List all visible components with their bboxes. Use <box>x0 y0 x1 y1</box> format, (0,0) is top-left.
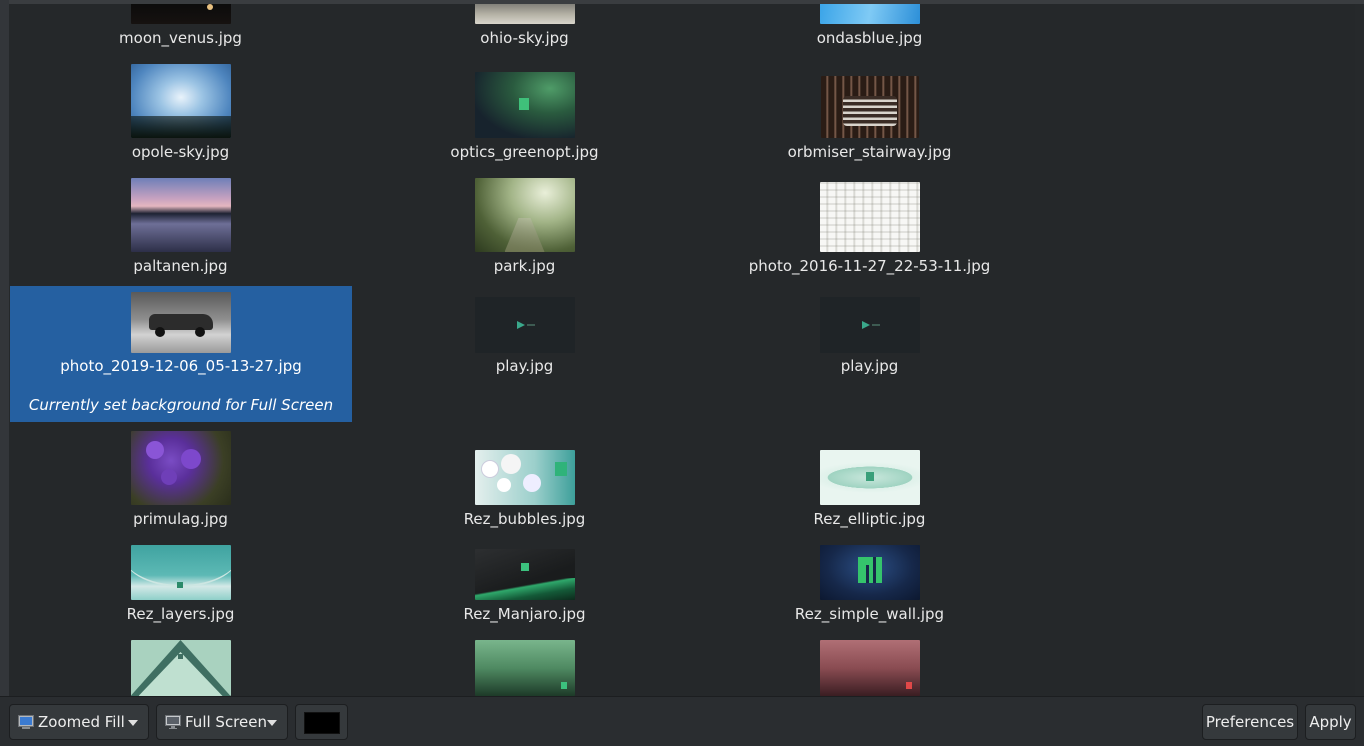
wallpaper-filename: park.jpg <box>493 257 556 275</box>
zoom-mode-label: Zoomed Fill <box>38 713 125 731</box>
wallpaper-thumbnail <box>131 292 231 353</box>
wallpaper-filename: play.jpg <box>495 357 554 375</box>
wallpaper-item[interactable] <box>352 634 697 696</box>
wallpaper-filename: Rez_layers.jpg <box>126 605 235 623</box>
wallpaper-filename: paltanen.jpg <box>133 257 228 275</box>
wallpaper-thumbnail <box>819 4 920 24</box>
wallpaper-filename: ondasblue.jpg <box>816 29 923 47</box>
wallpaper-thumbnail <box>130 545 231 600</box>
wallpaper-thumbnail <box>474 178 575 252</box>
wallpaper-filename: Rez_Manjaro.jpg <box>463 605 586 623</box>
wallpaper-filename: moon_venus.jpg <box>119 29 242 47</box>
wallpaper-item[interactable]: Rez_simple_wall.jpg <box>697 543 1042 633</box>
wallpaper-thumbnail <box>474 72 575 138</box>
chevron-down-icon <box>267 720 277 726</box>
wallpaper-thumbnail <box>474 4 575 24</box>
wallpaper-item[interactable]: opole-sky.jpg <box>9 62 352 166</box>
wallpaper-filename: Rez_bubbles.jpg <box>463 510 586 528</box>
wallpaper-filename: opole-sky.jpg <box>131 143 230 161</box>
monitor-combo[interactable]: Full Screen <box>156 704 288 740</box>
wallpaper-thumbnail <box>819 450 920 505</box>
wallpaper-thumbnail <box>474 297 575 353</box>
preferences-button[interactable]: Preferences <box>1202 704 1298 740</box>
wallpaper-item[interactable]: photo_2016-11-27_22-53-11.jpg <box>697 176 1042 280</box>
wallpaper-item[interactable]: optics_greenopt.jpg <box>352 62 697 166</box>
wallpaper-thumbnail <box>819 545 920 600</box>
wallpaper-item[interactable]: Rez_layers.jpg <box>9 543 352 633</box>
image-icon <box>18 715 34 729</box>
monitor-label: Full Screen <box>185 713 267 731</box>
wallpaper-thumbnail <box>130 431 231 505</box>
wallpaper-item[interactable]: paltanen.jpg <box>9 176 352 280</box>
wallpaper-thumbnail <box>130 4 231 24</box>
wallpaper-item[interactable]: Rez_elliptic.jpg <box>697 429 1042 533</box>
wallpaper-thumbnail <box>474 549 575 600</box>
wallpaper-item[interactable]: Rez_Manjaro.jpg <box>352 543 697 633</box>
wallpaper-item[interactable]: primulag.jpg <box>9 429 352 533</box>
wallpaper-grid[interactable]: moon_venus.jpg ohio-sky.jpg ondasblue.jp… <box>9 4 1355 696</box>
wallpaper-thumbnail <box>820 76 919 138</box>
background-color-button[interactable] <box>295 704 348 740</box>
color-swatch <box>304 712 340 734</box>
wallpaper-selector-window: moon_venus.jpg ohio-sky.jpg ondasblue.jp… <box>0 0 1364 746</box>
window-left-edge <box>0 0 9 696</box>
monitor-icon <box>165 715 181 729</box>
wallpaper-filename: play.jpg <box>840 357 899 375</box>
wallpaper-thumbnail <box>819 182 920 252</box>
wallpaper-item[interactable]: park.jpg <box>352 176 697 280</box>
wallpaper-item[interactable]: ondasblue.jpg <box>697 4 1042 48</box>
wallpaper-filename: primulag.jpg <box>133 510 228 528</box>
wallpaper-item[interactable]: ohio-sky.jpg <box>352 4 697 48</box>
wallpaper-thumbnail <box>130 178 231 252</box>
wallpaper-item-selected[interactable]: photo_2019-12-06_05-13-27.jpg Currently … <box>10 286 352 422</box>
bottom-toolbar: Zoomed Fill Full Screen Preferences Appl… <box>0 696 1364 746</box>
wallpaper-item[interactable]: moon_venus.jpg <box>9 4 352 48</box>
apply-button[interactable]: Apply <box>1305 704 1356 740</box>
wallpaper-thumbnail <box>474 450 575 505</box>
wallpaper-item[interactable] <box>697 634 1042 696</box>
wallpaper-item[interactable] <box>9 634 352 696</box>
wallpaper-item[interactable]: Rez_bubbles.jpg <box>352 429 697 533</box>
chevron-down-icon <box>128 720 138 726</box>
preferences-label: Preferences <box>1205 713 1295 731</box>
wallpaper-thumbnail <box>130 640 231 696</box>
wallpaper-filename: Rez_simple_wall.jpg <box>794 605 945 623</box>
apply-label: Apply <box>1309 713 1352 731</box>
wallpaper-item[interactable]: orbmiser_stairway.jpg <box>697 62 1042 166</box>
zoom-mode-combo[interactable]: Zoomed Fill <box>9 704 149 740</box>
wallpaper-thumbnail <box>130 64 231 138</box>
current-background-caption: Currently set background for Full Screen <box>28 396 334 414</box>
wallpaper-thumbnail <box>474 640 575 696</box>
wallpaper-filename: ohio-sky.jpg <box>480 29 569 47</box>
wallpaper-item[interactable]: play.jpg <box>352 286 697 390</box>
wallpaper-filename: orbmiser_stairway.jpg <box>787 143 952 161</box>
wallpaper-item[interactable]: play.jpg <box>697 286 1042 390</box>
wallpaper-filename: photo_2019-12-06_05-13-27.jpg <box>60 357 302 375</box>
wallpaper-filename: optics_greenopt.jpg <box>450 143 599 161</box>
wallpaper-filename: photo_2016-11-27_22-53-11.jpg <box>748 257 991 275</box>
wallpaper-thumbnail <box>819 640 920 696</box>
wallpaper-thumbnail <box>819 297 920 353</box>
wallpaper-filename: Rez_elliptic.jpg <box>813 510 926 528</box>
